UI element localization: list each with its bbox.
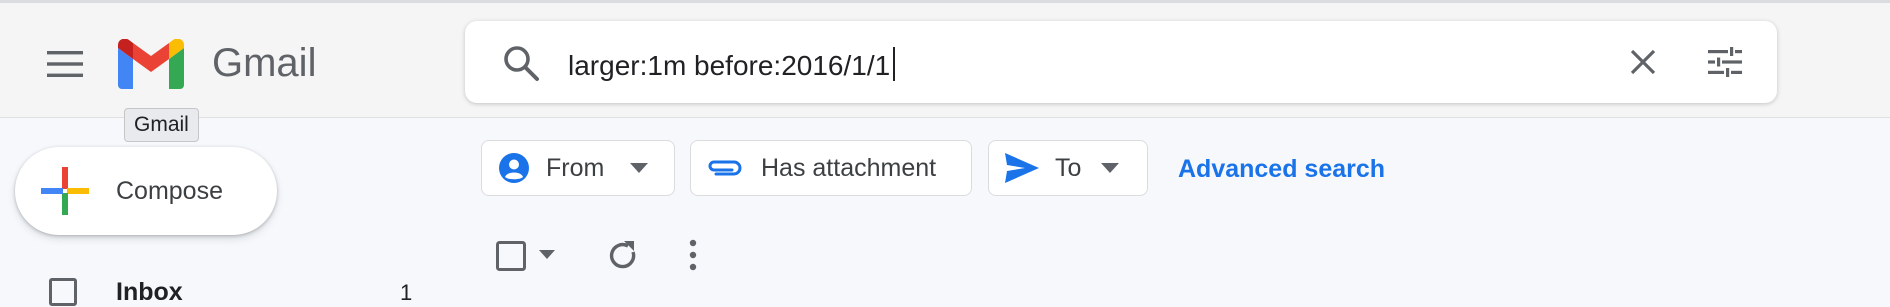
search-icon[interactable]: [501, 43, 541, 83]
search-bar[interactable]: larger:1m before:2016/1/1: [465, 21, 1777, 103]
sidebar-item-inbox[interactable]: Inbox: [116, 278, 183, 307]
select-all-checkbox[interactable]: [496, 241, 526, 271]
filter-attachment-chip[interactable]: Has attachment: [690, 140, 972, 196]
app-header: Gmail larger:1m before:2016/1/1: [0, 3, 1890, 118]
clear-search-button[interactable]: [1622, 41, 1664, 83]
search-query-text[interactable]: larger:1m before:2016/1/1: [568, 50, 890, 81]
filter-from-label: From: [546, 153, 605, 182]
logo-tooltip: Gmail: [124, 108, 199, 142]
close-icon: [1630, 49, 1656, 75]
filter-attachment-label: Has attachment: [761, 153, 937, 182]
search-input[interactable]: larger:1m before:2016/1/1: [568, 47, 896, 82]
filter-from-chip[interactable]: From: [481, 140, 675, 196]
hamburger-menu-icon: [47, 51, 83, 77]
text-caret: [893, 47, 896, 81]
chevron-down-icon: [630, 163, 649, 173]
inbox-unread-count: 1: [400, 280, 413, 305]
compose-plus-icon: [41, 167, 89, 215]
advanced-search-link[interactable]: Advanced search: [1178, 155, 1385, 184]
account-circle-icon: [498, 152, 530, 184]
compose-button[interactable]: Compose: [15, 147, 277, 235]
more-options-icon[interactable]: [683, 238, 703, 272]
refresh-icon[interactable]: [606, 238, 638, 272]
filter-to-chip[interactable]: To: [988, 140, 1148, 196]
filter-to-label: To: [1055, 153, 1082, 182]
chevron-down-icon: [1101, 163, 1120, 173]
compose-label: Compose: [116, 177, 223, 205]
select-options-chevron-down-icon[interactable]: [539, 250, 555, 259]
gmail-logo[interactable]: [118, 39, 184, 89]
inbox-icon: [49, 278, 77, 306]
main-menu-button[interactable]: [40, 43, 90, 85]
tune-icon: [1708, 47, 1742, 77]
paperclip-icon: [706, 157, 742, 179]
send-icon: [1005, 153, 1039, 183]
search-options-button[interactable]: [1703, 41, 1747, 83]
brand-name: Gmail: [212, 41, 317, 85]
